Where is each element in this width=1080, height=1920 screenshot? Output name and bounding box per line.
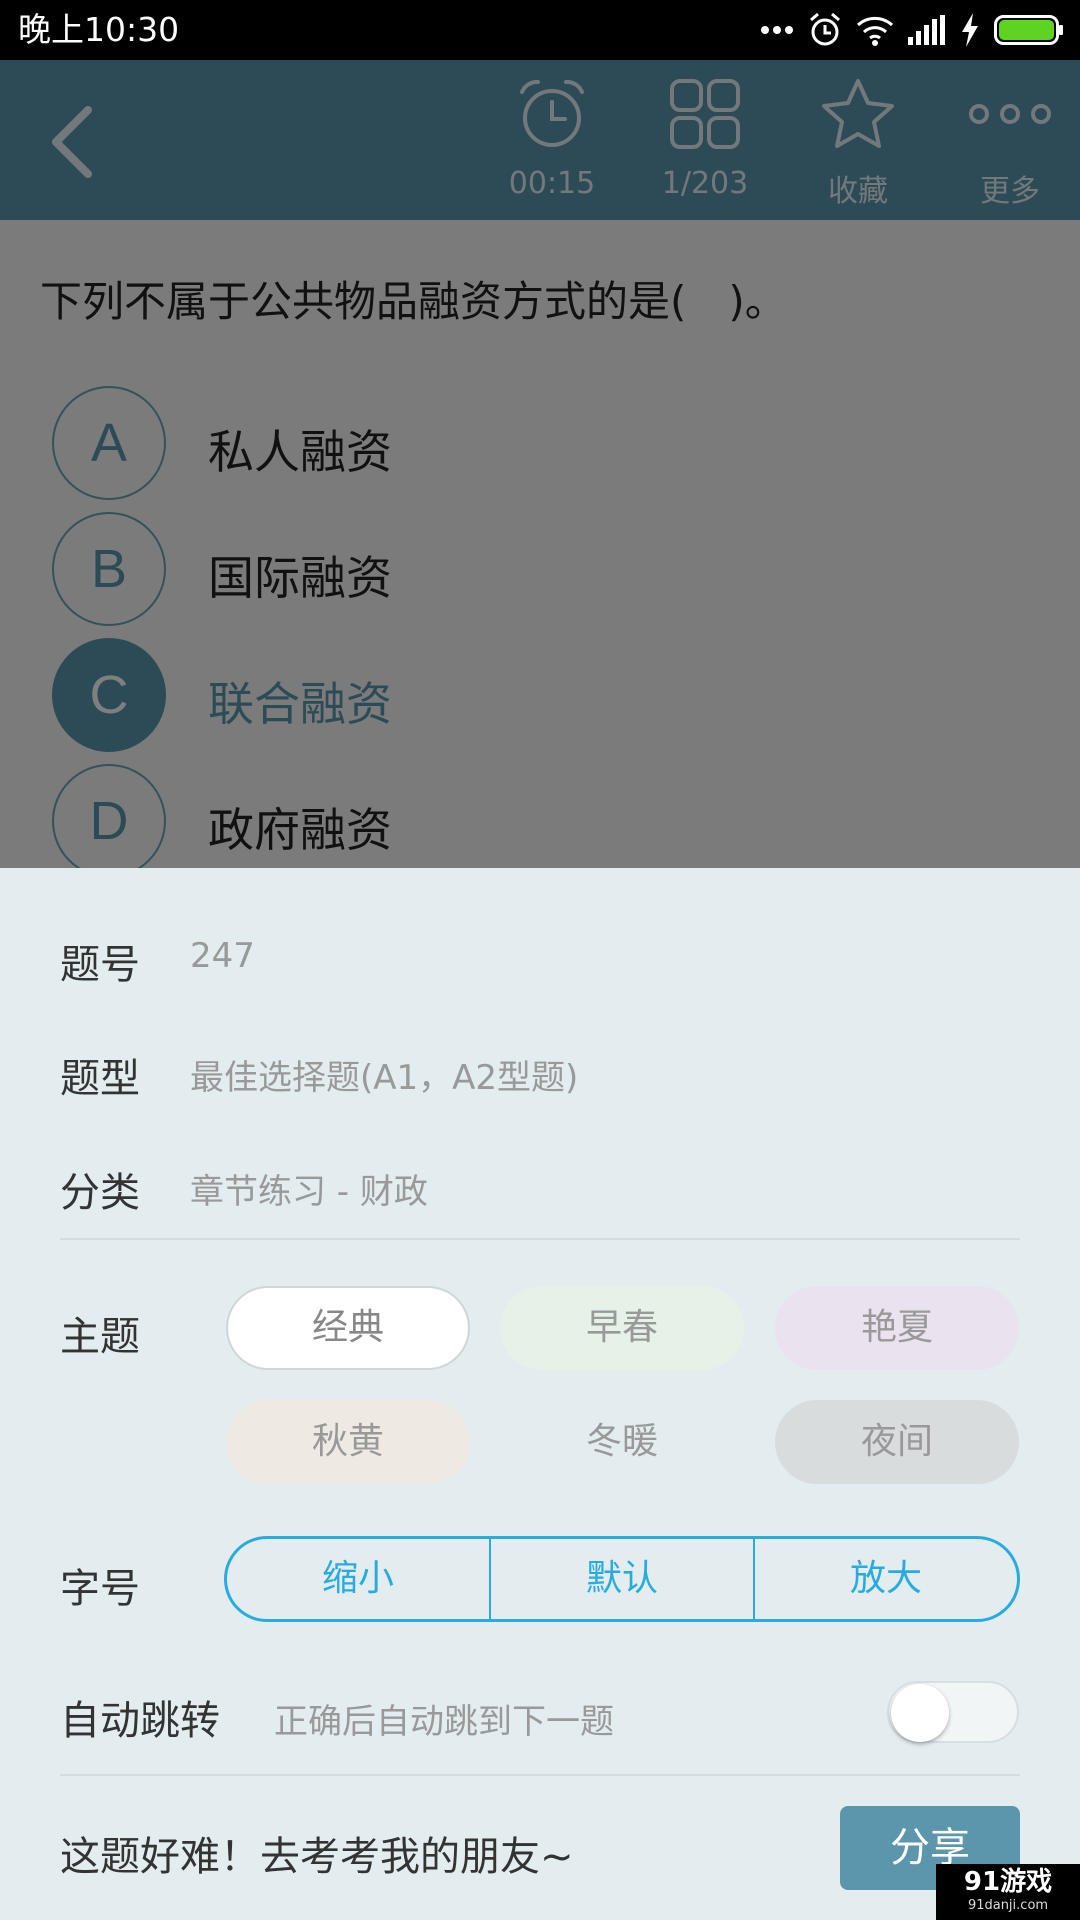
status-icons bbox=[760, 10, 1064, 50]
status-bar: 晚上10:30 bbox=[0, 0, 1080, 60]
font-larger-button[interactable]: 放大 bbox=[753, 1539, 1017, 1619]
divider bbox=[60, 1774, 1020, 1776]
font-smaller-button[interactable]: 缩小 bbox=[227, 1539, 489, 1619]
theme-autumn-button[interactable]: 秋黄 bbox=[226, 1400, 470, 1484]
theme-spring-button[interactable]: 早春 bbox=[500, 1286, 744, 1370]
question-type-label: 题型 bbox=[60, 1056, 140, 1102]
question-no-label: 题号 bbox=[60, 942, 140, 988]
settings-sheet-background bbox=[0, 868, 1080, 1920]
theme-label: 主题 bbox=[60, 1314, 140, 1360]
toggle-knob bbox=[891, 1684, 949, 1742]
share-prompt-text: 这题好难！去考考我的朋友~ bbox=[60, 1834, 574, 1880]
watermark-url: 91danji.com bbox=[967, 1898, 1049, 1913]
more-notifications-icon bbox=[761, 26, 793, 34]
theme-night-button[interactable]: 夜间 bbox=[775, 1400, 1019, 1484]
category-value: 章节练习 - 财政 bbox=[190, 1172, 428, 1212]
divider bbox=[60, 1238, 1020, 1240]
auto-jump-description: 正确后自动跳到下一题 bbox=[274, 1702, 614, 1742]
question-no-value: 247 bbox=[190, 936, 255, 976]
theme-summer-button[interactable]: 艳夏 bbox=[775, 1286, 1019, 1370]
watermark-logo: 91游戏 91danji.com bbox=[936, 1864, 1080, 1920]
question-type-value: 最佳选择题(A1，A2型题) bbox=[190, 1058, 579, 1098]
status-time: 晚上10:30 bbox=[18, 10, 180, 49]
auto-jump-toggle[interactable] bbox=[887, 1681, 1019, 1743]
category-label: 分类 bbox=[60, 1170, 140, 1216]
font-default-button[interactable]: 默认 bbox=[489, 1539, 753, 1619]
theme-classic-button[interactable]: 经典 bbox=[226, 1286, 470, 1370]
dim-overlay[interactable] bbox=[0, 60, 1080, 868]
font-size-segmented-control: 缩小 默认 放大 bbox=[224, 1536, 1020, 1622]
theme-winter-button[interactable]: 冬暖 bbox=[500, 1400, 744, 1484]
auto-jump-label: 自动跳转 bbox=[60, 1698, 220, 1744]
alarm-status-icon bbox=[810, 12, 840, 46]
watermark-logo-text: 91游戏 bbox=[963, 1867, 1053, 1897]
wifi-icon bbox=[856, 16, 894, 46]
charging-icon bbox=[962, 13, 978, 47]
battery-icon bbox=[994, 15, 1063, 45]
signal-icon bbox=[908, 15, 945, 45]
font-size-label: 字号 bbox=[60, 1566, 140, 1612]
